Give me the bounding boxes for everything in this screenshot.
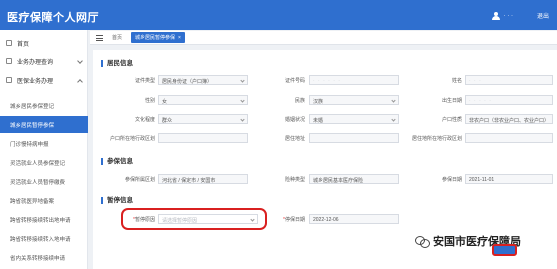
wechat-icon xyxy=(415,235,430,248)
gender-label: 性别 xyxy=(144,98,155,104)
residence-region-field xyxy=(465,133,553,143)
name-field: · · · xyxy=(465,75,553,85)
tab-bar: 首页 城乡居民暂停参保 × xyxy=(90,31,557,45)
home-icon xyxy=(6,40,12,46)
sidebar-subitem-flexible-enroll[interactable]: 灵活就业人员参保登记 xyxy=(0,154,88,171)
residence-address-field xyxy=(309,133,399,143)
sidebar-item-home[interactable]: 首页 xyxy=(0,34,88,52)
close-icon[interactable]: × xyxy=(178,35,181,41)
education-label: 文化程度 xyxy=(134,117,155,123)
ethnicity-field: 汉族 xyxy=(309,95,399,105)
logout-link[interactable]: 退出 xyxy=(537,11,549,20)
tab-home[interactable]: 首页 xyxy=(108,32,126,43)
birth-date-field: · · · · · xyxy=(465,95,553,105)
sidebar-subitem-chronic-disease[interactable]: 门诊慢特病申报 xyxy=(0,135,88,152)
sidebar-item-label: 业务办理查询 xyxy=(17,59,54,66)
insurance-type-label: 险种类型 xyxy=(284,177,305,183)
tab-label: 城乡居民暂停参保 xyxy=(135,35,176,41)
birth-date-label: 出生日期 xyxy=(441,98,462,104)
gender-field: 女 xyxy=(158,95,248,105)
sidebar-item-label: 首页 xyxy=(17,41,30,48)
name-label: 姓名 xyxy=(451,78,462,84)
hukou-region-field xyxy=(158,133,248,143)
chevron-down-icon xyxy=(240,78,245,83)
insured-region-field: 河北省 / 保定市 / 安国市 xyxy=(158,174,248,184)
chevron-down-icon xyxy=(391,98,396,103)
section-title-resident: 居民信息 xyxy=(101,60,133,67)
id-type-label: 证件类型 xyxy=(134,78,155,84)
tab-current[interactable]: 城乡居民暂停参保 × xyxy=(131,32,185,43)
sidebar-item-business-query[interactable]: 业务办理查询 xyxy=(0,52,88,70)
suspend-date-field: 2022-12-06 xyxy=(309,214,399,224)
sidebar-subitem-in-province-transfer[interactable]: 省内关系转移接续申请 xyxy=(0,249,88,266)
user-name: · · · xyxy=(503,12,513,19)
section-title-insured: 参保信息 xyxy=(101,158,133,165)
chevron-up-icon xyxy=(77,79,83,85)
app-title: 医疗保障个人网厅 xyxy=(7,12,99,24)
insured-date-label: 参保日期 xyxy=(441,177,462,183)
sidebar-subitem-transfer-in[interactable]: 跨省转移接续转入地申请 xyxy=(0,230,88,247)
highlight-annotation xyxy=(121,208,267,230)
chevron-down-icon xyxy=(240,117,245,122)
sidebar-subitem-resident-enroll[interactable]: 城乡居民参保登记 xyxy=(0,97,88,114)
education-field: 群众 xyxy=(158,114,248,124)
folder-icon xyxy=(6,77,12,83)
insurance-type-field: 城乡居民基本医疗保险 xyxy=(309,174,399,184)
residence-region-label: 居住地所在地行政区划 xyxy=(411,136,462,142)
marital-label: 婚姻状况 xyxy=(284,117,305,123)
hukou-type-field: 非农户口（非农业户口、农业户口） xyxy=(465,114,553,124)
top-bar: 医疗保障个人网厅 · · · 退出 xyxy=(0,0,557,30)
section-title-suspend: 暂停信息 xyxy=(101,197,133,204)
sidebar-item-label: 医保业务办理 xyxy=(17,78,54,85)
id-number-field: · · · · · · xyxy=(309,75,399,85)
insured-region-label: 参保所属区划 xyxy=(124,177,155,183)
hukou-type-label: 户口性质 xyxy=(441,117,462,123)
user-icon xyxy=(491,11,500,20)
submit-button[interactable] xyxy=(492,244,517,256)
chevron-down-icon xyxy=(77,58,83,64)
sidebar-subitem-transfer-out[interactable]: 跨省转移接续转出地申请 xyxy=(0,211,88,228)
user-menu[interactable]: · · · 退出 xyxy=(491,11,549,20)
marital-field: 未婚 xyxy=(309,114,399,124)
chevron-down-icon xyxy=(391,117,396,122)
residence-address-label: 居住地址 xyxy=(284,136,305,142)
sidebar-subitem-flexible-suspend[interactable]: 灵活就业人员暂停缴费 xyxy=(0,173,88,190)
document-icon xyxy=(6,58,12,64)
menu-toggle-icon[interactable] xyxy=(96,34,103,41)
insured-date-field: 2021-11-01 xyxy=(465,174,553,184)
hukou-region-label: 户口所在地行政区划 xyxy=(109,136,155,142)
id-number-label: 证件号码 xyxy=(284,78,305,84)
sidebar-subitem-resident-suspend[interactable]: 城乡居民暂停参保 xyxy=(0,116,88,133)
sidebar-subitem-cross-province-filing[interactable]: 跨省就医异地备案 xyxy=(0,192,88,209)
sidebar: 首页 业务办理查询 医保业务办理 城乡居民参保登记 城乡居民暂停参保 门诊慢特病… xyxy=(0,30,88,269)
sidebar-item-insurance-business[interactable]: 医保业务办理 xyxy=(0,71,88,89)
id-type-field: 居民身份证（户口簿） xyxy=(158,75,248,85)
ethnicity-label: 民族 xyxy=(294,98,305,104)
chevron-down-icon xyxy=(240,98,245,103)
